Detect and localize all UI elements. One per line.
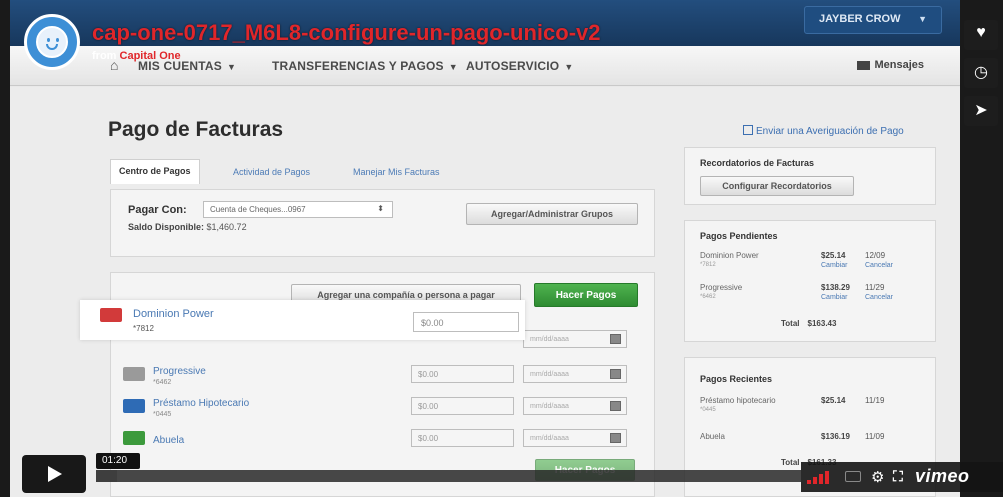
recordatorios-title: Recordatorios de Facturas	[700, 158, 815, 168]
gear-icon[interactable]: ⚙	[871, 468, 884, 486]
cambiar-link[interactable]: Cambiar	[821, 262, 847, 269]
payee-row-highlighted: Dominion Power *7812 $0.00	[80, 300, 525, 340]
tab-centro-de-pagos[interactable]: Centro de Pagos	[110, 159, 200, 184]
video-player[interactable]: JAYBER CROW ▼ ⌂ MIS CUENTAS ▼ TRANSFERENC…	[0, 0, 1003, 497]
user-name: JAYBER CROW	[819, 13, 901, 25]
pagar-con-label: Pagar Con:	[128, 204, 187, 216]
payee-logo-icon	[123, 399, 145, 413]
pagar-con-panel: Pagar Con: Cuenta de Cheques...0967 ⬍ Sa…	[110, 189, 655, 257]
date-input[interactable]: mm/dd/aaaa	[523, 365, 627, 383]
hacer-pagos-button[interactable]: Hacer Pagos	[534, 283, 638, 307]
calendar-icon[interactable]	[610, 369, 621, 379]
payee-row: Préstamo Hipotecario *0445 $0.00 mm/dd/a…	[111, 393, 656, 429]
payee-name[interactable]: Abuela	[153, 435, 184, 446]
fullscreen-icon[interactable]: ⛶	[893, 468, 903, 485]
payee-logo-icon	[100, 308, 122, 322]
pendientes-title: Pagos Pendientes	[700, 231, 778, 241]
agregar-grupos-button[interactable]: Agregar/Administrar Grupos	[466, 203, 638, 225]
video-byline: from Capital One	[92, 50, 181, 62]
cancelar-link[interactable]: Cancelar	[865, 294, 893, 301]
calendar-icon[interactable]	[610, 401, 621, 411]
configurar-recordatorios-button[interactable]: Configurar Recordatorios	[700, 176, 854, 196]
vimeo-logo[interactable]: vimeo	[915, 466, 970, 487]
amount-input[interactable]: $0.00	[411, 365, 514, 383]
video-owner-link[interactable]: Capital One	[120, 50, 181, 62]
page-title: Pago de Facturas	[108, 118, 284, 141]
share-button[interactable]: ➤	[964, 96, 998, 126]
cancelar-link[interactable]: Cancelar	[865, 262, 893, 269]
cambiar-link[interactable]: Cambiar	[821, 294, 847, 301]
calendar-icon[interactable]	[610, 433, 621, 443]
recientes-title: Pagos Recientes	[700, 374, 773, 384]
payee-row: Abuela $0.00 mm/dd/aaaa	[111, 425, 656, 461]
play-button[interactable]	[22, 455, 86, 493]
paper-plane-icon: ➤	[974, 102, 988, 119]
heart-icon: ♥	[976, 24, 986, 41]
mensajes-link[interactable]: Mensajes	[857, 59, 924, 71]
select-arrows-icon: ⬍	[377, 204, 384, 213]
payee-logo-icon	[123, 431, 145, 445]
volume-icon[interactable]	[807, 470, 837, 484]
payee-account: *7812	[133, 324, 154, 333]
envelope-icon	[857, 60, 871, 70]
nav-transferencias[interactable]: TRANSFERENCIAS Y PAGOS ▼	[272, 59, 458, 73]
payee-name[interactable]: Progressive	[153, 366, 206, 377]
payee-name[interactable]: Dominion Power	[133, 308, 214, 320]
payment-tabs: Centro de Pagos Actividad de Pagos Manej…	[110, 159, 655, 188]
edit-icon	[743, 125, 753, 135]
date-input[interactable]: mm/dd/aaaa	[523, 330, 627, 348]
amount-input[interactable]: $0.00	[413, 312, 519, 332]
payee-account: *0445	[153, 411, 172, 418]
recordatorios-card: Recordatorios de Facturas Configurar Rec…	[684, 147, 936, 205]
pendientes-total: Total $163.43	[781, 319, 837, 328]
payee-name[interactable]: Préstamo Hipotecario	[153, 398, 249, 409]
tab-actividad-de-pagos[interactable]: Actividad de Pagos	[233, 167, 310, 177]
play-icon	[48, 466, 62, 482]
payee-row: Progressive *6462 $0.00 mm/dd/aaaa	[111, 361, 656, 397]
pagos-pendientes-card: Pagos Pendientes Dominion Power *7812 $2…	[684, 220, 936, 342]
tab-manejar-facturas[interactable]: Manejar Mis Facturas	[353, 167, 440, 177]
video-title[interactable]: cap-one-0717_M6L8-configure-un-pago-unic…	[92, 20, 601, 46]
progress-bar[interactable]	[96, 470, 801, 482]
smiley-face-icon	[36, 26, 68, 58]
watch-later-button[interactable]: ◷	[964, 58, 998, 88]
amount-input[interactable]: $0.00	[411, 397, 514, 415]
payee-account: *6462	[153, 379, 172, 386]
main-content: Pago de Facturas Enviar una Averiguación…	[10, 87, 960, 497]
payee-logo-icon	[123, 367, 145, 381]
date-input[interactable]: mm/dd/aaaa	[523, 397, 627, 415]
account-select[interactable]: Cuenta de Cheques...0967 ⬍	[203, 201, 393, 218]
calendar-icon[interactable]	[610, 334, 621, 344]
saldo-disponible: Saldo Disponible: $1,460.72	[128, 222, 247, 232]
channel-avatar[interactable]	[24, 14, 80, 70]
amount-input[interactable]: $0.00	[411, 429, 514, 447]
like-button[interactable]: ♥	[964, 20, 998, 50]
current-time: 01:20	[96, 453, 140, 469]
player-controls: ⚙ ⛶ vimeo	[801, 462, 1003, 492]
progress-played	[96, 470, 118, 482]
chevron-down-icon: ▼	[918, 14, 927, 24]
date-input[interactable]: mm/dd/aaaa	[523, 429, 627, 447]
nav-autoservicio[interactable]: AUTOSERVICIO ▼	[466, 59, 573, 73]
captions-icon[interactable]	[845, 471, 861, 482]
user-menu[interactable]: JAYBER CROW ▼	[804, 6, 942, 34]
clock-icon: ◷	[974, 64, 988, 81]
enviar-averiguacion-link[interactable]: Enviar una Averiguación de Pago	[743, 125, 904, 137]
bank-page: JAYBER CROW ▼ ⌂ MIS CUENTAS ▼ TRANSFERENC…	[10, 0, 960, 497]
